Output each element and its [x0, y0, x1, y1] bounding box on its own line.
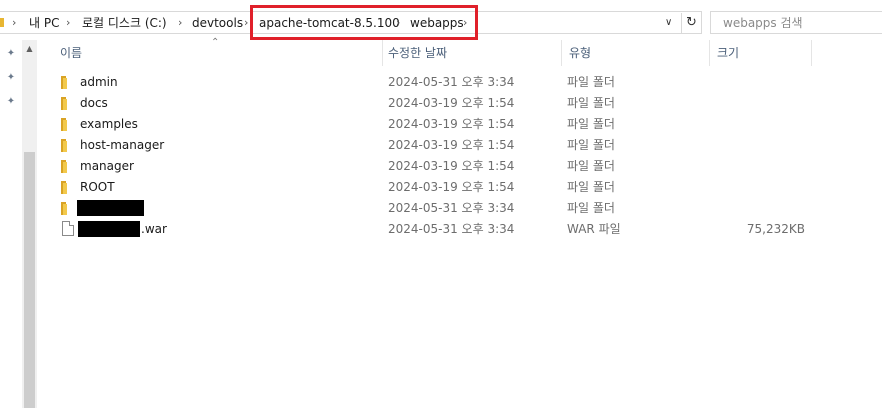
file-name: ROOT [80, 180, 115, 194]
highlight-box [250, 5, 478, 40]
file-name: .war [141, 222, 167, 236]
pin-icon[interactable]: ✦ [5, 72, 17, 84]
file-type: 파일 폴더 [567, 159, 615, 173]
file-name: examples [80, 117, 138, 131]
chevron-right-icon[interactable]: › [66, 15, 70, 31]
folder-icon [61, 181, 73, 194]
redaction-block [77, 200, 144, 216]
column-divider[interactable] [709, 40, 710, 66]
file-date: 2024-03-19 오후 1:54 [388, 138, 515, 152]
file-size [687, 198, 805, 219]
file-type: 파일 폴더 [567, 201, 615, 215]
breadcrumb-local-disk[interactable]: 로컬 디스크 (C:) [82, 15, 167, 31]
chevron-down-icon[interactable]: ∨ [665, 15, 672, 31]
nav-scrollbar[interactable]: ▲ [22, 40, 37, 408]
column-header: ⌃ 이름 수정한 날짜 유형 크기 [37, 37, 882, 66]
file-type: 파일 폴더 [567, 180, 615, 194]
file-size [687, 135, 805, 156]
file-type: 파일 폴더 [567, 138, 615, 152]
refresh-icon[interactable]: ↻ [681, 13, 701, 33]
file-date: 2024-05-31 오후 3:34 [388, 75, 515, 89]
scrollbar-thumb[interactable] [24, 152, 35, 408]
file-name: admin [80, 75, 118, 89]
column-header-date[interactable]: 수정한 날짜 [388, 40, 447, 66]
file-date: 2024-05-31 오후 3:34 [388, 201, 515, 215]
sort-ascending-icon: ⌃ [211, 37, 220, 48]
file-type: WAR 파일 [567, 222, 621, 236]
chevron-right-icon[interactable]: › [12, 15, 16, 31]
file-date: 2024-03-19 오후 1:54 [388, 180, 515, 194]
breadcrumb-this-pc[interactable]: 내 PC [29, 15, 59, 31]
pin-icon[interactable]: ✦ [5, 96, 17, 108]
column-header-size[interactable]: 크기 [717, 40, 739, 66]
file-date: 2024-05-31 오후 3:34 [388, 222, 515, 236]
file-icon [62, 221, 74, 236]
file-row-redacted-folder[interactable]: 2024-05-31 오후 3:34 파일 폴더 [37, 198, 882, 219]
file-size [687, 156, 805, 177]
file-type: 파일 폴더 [567, 75, 615, 89]
file-row-examples[interactable]: examples 2024-03-19 오후 1:54 파일 폴더 [37, 114, 882, 135]
redaction-block [78, 221, 140, 237]
pin-icon[interactable]: ✦ [5, 48, 17, 60]
file-date: 2024-03-19 오후 1:54 [388, 96, 515, 110]
column-divider[interactable] [561, 40, 562, 66]
file-row-war[interactable]: .war 2024-05-31 오후 3:34 WAR 파일 75,232KB [37, 219, 882, 240]
column-header-type[interactable]: 유형 [569, 40, 591, 66]
scroll-up-icon[interactable]: ▲ [22, 42, 37, 56]
chevron-right-icon[interactable]: › [244, 15, 248, 31]
column-divider[interactable] [382, 40, 383, 66]
file-size [687, 114, 805, 135]
folder-icon [0, 18, 4, 27]
breadcrumb-devtools[interactable]: devtools [192, 15, 243, 31]
file-size [687, 93, 805, 114]
column-header-name[interactable]: 이름 [60, 40, 82, 66]
file-row-root[interactable]: ROOT 2024-03-19 오후 1:54 파일 폴더 [37, 177, 882, 198]
file-name: manager [80, 159, 134, 173]
file-row-host-manager[interactable]: host-manager 2024-03-19 오후 1:54 파일 폴더 [37, 135, 882, 156]
chevron-right-icon[interactable]: › [178, 15, 182, 31]
file-size [687, 177, 805, 198]
file-name: docs [80, 96, 108, 110]
file-type: 파일 폴더 [567, 96, 615, 110]
column-divider[interactable] [811, 40, 812, 66]
file-row-docs[interactable]: docs 2024-03-19 오후 1:54 파일 폴더 [37, 93, 882, 114]
folder-icon [61, 160, 73, 173]
folder-icon [61, 118, 73, 131]
file-size: 75,232KB [746, 222, 805, 236]
file-date: 2024-03-19 오후 1:54 [388, 159, 515, 173]
file-date: 2024-03-19 오후 1:54 [388, 117, 515, 131]
file-name: host-manager [80, 138, 165, 152]
address-bar-row: › 내 PC › 로컬 디스크 (C:) › devtools › apache… [0, 0, 882, 40]
file-row-manager[interactable]: manager 2024-03-19 오후 1:54 파일 폴더 [37, 156, 882, 177]
file-size [687, 72, 805, 93]
file-type: 파일 폴더 [567, 117, 615, 131]
folder-icon [61, 139, 73, 152]
folder-icon [61, 97, 73, 110]
folder-icon [61, 76, 73, 89]
folder-icon [61, 202, 73, 215]
navigation-pane: ✦ ✦ ✦ [0, 40, 22, 408]
search-input[interactable]: webapps 검색 [710, 11, 882, 34]
file-list: admin 2024-05-31 오후 3:34 파일 폴더 docs 2024… [37, 72, 882, 240]
search-placeholder: webapps 검색 [723, 16, 803, 30]
file-row-admin[interactable]: admin 2024-05-31 오후 3:34 파일 폴더 [37, 72, 882, 93]
